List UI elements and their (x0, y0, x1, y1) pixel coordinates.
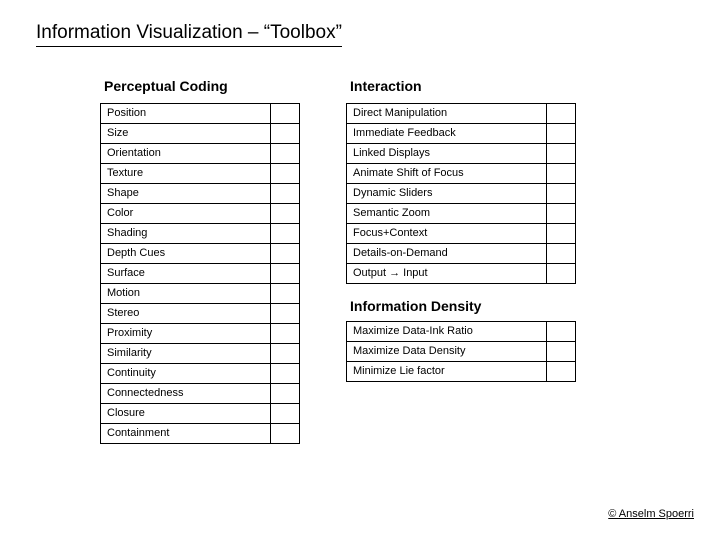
table-row: Animate Shift of Focus (346, 163, 576, 184)
cell-blank (547, 184, 575, 203)
list-item: Containment (101, 424, 271, 443)
list-item: Minimize Lie factor (347, 362, 547, 381)
table-row: Output → Input (346, 263, 576, 284)
list-item: Depth Cues (101, 244, 271, 263)
list-item: Shading (101, 224, 271, 243)
table-row: Color (100, 203, 300, 224)
list-item: Maximize Data Density (347, 342, 547, 361)
cell-blank (271, 264, 299, 283)
list-item: Dynamic Sliders (347, 184, 547, 203)
table-row: Closure (100, 403, 300, 424)
cell-blank (271, 104, 299, 123)
list-item: Color (101, 204, 271, 223)
table-row: Stereo (100, 303, 300, 324)
cell-blank (271, 324, 299, 343)
page-title: Information Visualization – “Toolbox” (36, 22, 342, 47)
cell-blank (271, 304, 299, 323)
list-item: Details-on-Demand (347, 244, 547, 263)
cell-blank (271, 204, 299, 223)
table-row: Details-on-Demand (346, 243, 576, 264)
cell-blank (547, 204, 575, 223)
cell-blank (271, 344, 299, 363)
cell-blank (271, 284, 299, 303)
cell-blank (547, 124, 575, 143)
cell-blank (271, 224, 299, 243)
cell-blank (271, 244, 299, 263)
interaction-header: Interaction (346, 78, 576, 94)
list-item: Maximize Data-Ink Ratio (347, 322, 547, 341)
cell-blank (271, 364, 299, 383)
table-row: Texture (100, 163, 300, 184)
list-item: Motion (101, 284, 271, 303)
cell-blank (271, 164, 299, 183)
table-row: Containment (100, 423, 300, 444)
list-item: Semantic Zoom (347, 204, 547, 223)
table-row: Shape (100, 183, 300, 204)
table-row: Dynamic Sliders (346, 183, 576, 204)
list-item: Similarity (101, 344, 271, 363)
list-item: Output → Input (347, 264, 547, 283)
list-item: Proximity (101, 324, 271, 343)
table-row: Size (100, 123, 300, 144)
list-item: Orientation (101, 144, 271, 163)
cell-blank (547, 264, 575, 283)
table-row: Proximity (100, 323, 300, 344)
table-row: Shading (100, 223, 300, 244)
table-row: Similarity (100, 343, 300, 364)
cell-blank (271, 424, 299, 443)
table-row: Continuity (100, 363, 300, 384)
cell-blank (271, 144, 299, 163)
cell-blank (271, 384, 299, 403)
list-item: Size (101, 124, 271, 143)
list-item: Direct Manipulation (347, 104, 547, 123)
table-row: Orientation (100, 143, 300, 164)
cell-blank (271, 404, 299, 423)
table-row: Focus+Context (346, 223, 576, 244)
cell-blank (547, 322, 575, 341)
table-row: Semantic Zoom (346, 203, 576, 224)
list-item: Position (101, 104, 271, 123)
cell-blank (547, 164, 575, 183)
list-item: Focus+Context (347, 224, 547, 243)
cell-blank (547, 362, 575, 381)
table-row: Minimize Lie factor (346, 361, 576, 382)
perceptual-coding-header: Perceptual Coding (100, 78, 300, 94)
list-item: Surface (101, 264, 271, 283)
list-item: Animate Shift of Focus (347, 164, 547, 183)
table-row: Motion (100, 283, 300, 304)
right-column: Interaction Direct Manipulation Immediat… (346, 78, 576, 382)
cell-blank (271, 124, 299, 143)
list-item: Continuity (101, 364, 271, 383)
list-item: Stereo (101, 304, 271, 323)
left-column: Perceptual Coding Position Size Orientat… (100, 78, 300, 444)
information-density-header: Information Density (346, 298, 576, 314)
attribution: © Anselm Spoerri (608, 508, 694, 520)
table-row: Depth Cues (100, 243, 300, 264)
table-row: Maximize Data Density (346, 341, 576, 362)
table-row: Immediate Feedback (346, 123, 576, 144)
list-item: Texture (101, 164, 271, 183)
cell-blank (547, 144, 575, 163)
table-row: Maximize Data-Ink Ratio (346, 321, 576, 342)
table-row: Direct Manipulation (346, 103, 576, 124)
table-row: Linked Displays (346, 143, 576, 164)
list-item: Immediate Feedback (347, 124, 547, 143)
cell-blank (547, 224, 575, 243)
cell-blank (547, 244, 575, 263)
list-item: Closure (101, 404, 271, 423)
table-row: Connectedness (100, 383, 300, 404)
list-item: Linked Displays (347, 144, 547, 163)
cell-blank (547, 104, 575, 123)
table-row: Surface (100, 263, 300, 284)
list-item: Connectedness (101, 384, 271, 403)
cell-blank (547, 342, 575, 361)
table-row: Position (100, 103, 300, 124)
cell-blank (271, 184, 299, 203)
list-item: Shape (101, 184, 271, 203)
